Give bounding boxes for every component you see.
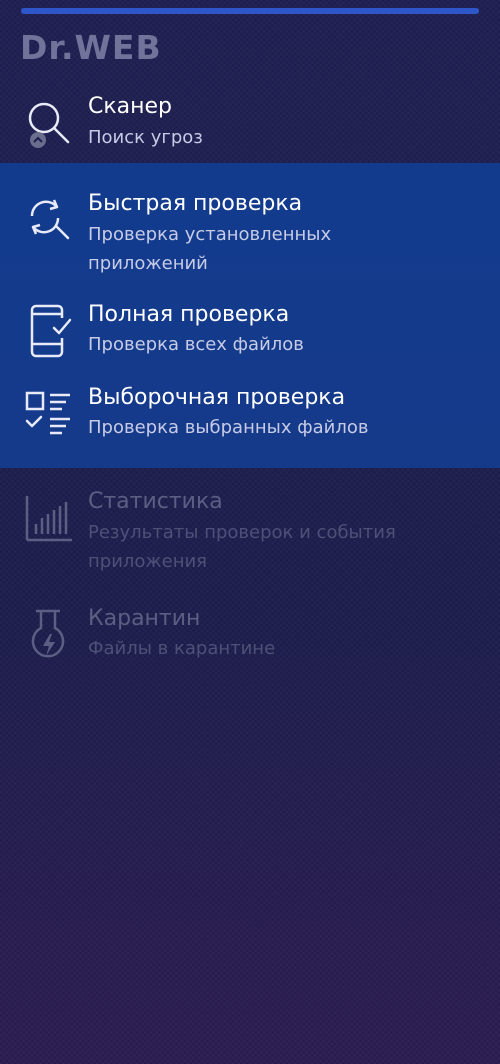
menu-item-title: Полная проверка xyxy=(88,302,290,327)
drweb-logo: Dr.WEB xyxy=(20,28,162,67)
refresh-search-icon xyxy=(30,199,70,240)
menu-item-statistics[interactable]: Статистика Результаты проверок и события… xyxy=(0,486,500,576)
menu-item-subtitle: Поиск угроз xyxy=(88,127,203,148)
menu-item-subtitle-line2: приложений xyxy=(88,253,208,274)
menu-item-title: Карантин xyxy=(88,606,201,631)
menu-item-subtitle: Проверка выбранных файлов xyxy=(88,417,369,438)
menu-item-subtitle: Проверка всех файлов xyxy=(88,334,304,355)
menu-item-quick-scan[interactable]: Быстрая проверка Проверка установленных … xyxy=(0,188,500,278)
bar-chart-icon xyxy=(25,496,72,542)
menu-item-title: Быстрая проверка xyxy=(88,191,303,216)
checklist-icon xyxy=(25,391,70,435)
menu-item-subtitle: Результаты проверок и события xyxy=(88,522,396,543)
search-icon xyxy=(28,102,70,148)
menu-item-full-scan[interactable]: Полная проверка Проверка всех файлов xyxy=(0,300,500,364)
menu-item-subtitle-line2: приложения xyxy=(88,551,207,572)
flask-icon xyxy=(31,609,65,658)
menu-item-scanner[interactable]: Сканер Поиск угроз xyxy=(0,92,500,156)
phone-check-icon xyxy=(30,304,72,358)
progress-fill xyxy=(21,8,479,14)
progress-bar xyxy=(21,8,479,14)
menu-item-subtitle: Файлы в карантине xyxy=(88,638,276,659)
menu-item-title: Сканер xyxy=(88,94,173,119)
menu-item-subtitle: Проверка установленных xyxy=(88,224,332,245)
menu-item-title: Статистика xyxy=(88,489,223,514)
menu-item-quarantine[interactable]: Карантин Файлы в карантине xyxy=(0,604,500,668)
menu-item-custom-scan[interactable]: Выборочная проверка Проверка выбранных ф… xyxy=(0,383,500,447)
menu-item-title: Выборочная проверка xyxy=(88,385,346,410)
